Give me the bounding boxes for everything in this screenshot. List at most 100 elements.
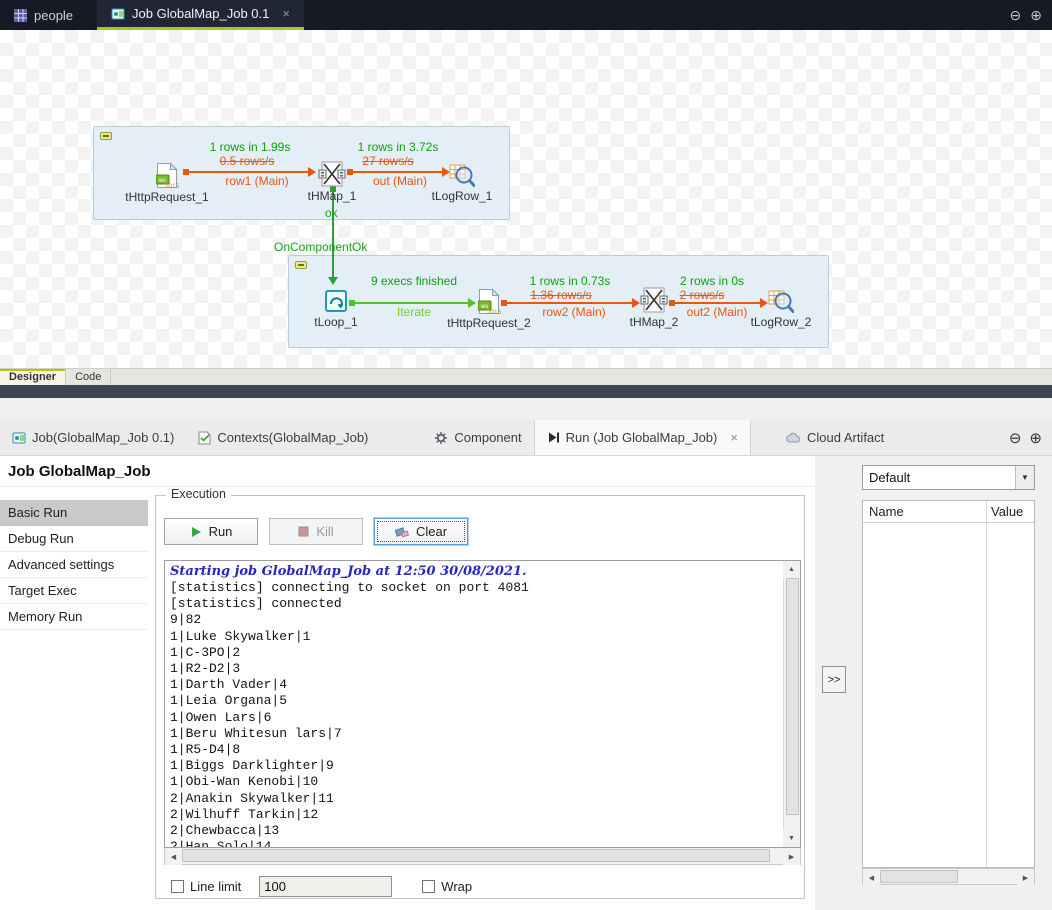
link-name-label: row1 (Main) — [225, 174, 288, 188]
job-icon — [12, 431, 26, 445]
console-vertical-scrollbar[interactable]: ▲ ▼ — [783, 561, 800, 847]
context-select[interactable]: Default ▼ — [862, 465, 1035, 490]
console-line: 1|Leia Organa|5 — [170, 693, 779, 709]
console-output[interactable]: Starting job GlobalMap_Job at 12:50 30/0… — [164, 560, 801, 848]
scrollbar-thumb[interactable] — [880, 870, 958, 883]
close-icon[interactable]: × — [730, 430, 738, 445]
component-thmap-2[interactable]: tHMap_2 — [604, 286, 704, 329]
console-line: 2|Chewbacca|13 — [170, 823, 779, 839]
editor-tab-bar: people Job GlobalMap_Job 0.1 × ⊖ ⊕ — [0, 0, 1052, 30]
tab-job-view[interactable]: Job(GlobalMap_Job 0.1) — [0, 420, 186, 455]
sidebar-item-memory-run[interactable]: Memory Run — [0, 604, 148, 630]
column-header-name[interactable]: Name — [869, 504, 904, 519]
clear-button-label: Clear — [416, 524, 447, 539]
tab-contexts-view[interactable]: Contexts(GlobalMap_Job) — [186, 420, 380, 455]
view-tab-bar: Designer Code — [0, 368, 1052, 385]
splitter-bar — [0, 385, 1052, 398]
svg-text:2015: 2015 — [486, 309, 500, 315]
run-button[interactable]: Run — [164, 518, 258, 545]
component-tloop-1[interactable]: tLoop_1 — [286, 288, 386, 329]
column-divider[interactable] — [986, 501, 987, 867]
close-icon[interactable]: × — [282, 6, 290, 21]
component-label: tHttpRequest_2 — [447, 316, 530, 330]
run-title-bar: Job GlobalMap_Job — [0, 456, 815, 487]
tab-component-view[interactable]: Component — [422, 420, 533, 455]
component-tlogrow-2[interactable]: tLogRow_2 — [731, 288, 831, 329]
tab-code[interactable]: Code — [66, 369, 111, 385]
wrap-label: Wrap — [441, 879, 472, 894]
line-limit-label: Line limit — [190, 879, 241, 894]
component-label: tHMap_1 — [308, 189, 357, 203]
context-variables-table: Name Value — [862, 500, 1035, 868]
sidebar-item-target-exec[interactable]: Target Exec — [0, 578, 148, 604]
sidebar-item-advanced-settings[interactable]: Advanced settings — [0, 552, 148, 578]
minimize-icon[interactable]: ⊖ — [1010, 7, 1022, 24]
component-thmap-1[interactable]: tHMap_1 — [282, 160, 382, 203]
scrollbar-thumb[interactable] — [786, 578, 799, 815]
scroll-down-icon[interactable]: ▼ — [783, 830, 800, 847]
kill-button-label: Kill — [316, 524, 333, 539]
component-label: tLoop_1 — [314, 315, 357, 329]
link-name-label: Iterate — [397, 305, 431, 319]
subjob-collapse-icon[interactable] — [100, 132, 112, 140]
line-limit-checkbox[interactable] — [171, 880, 184, 893]
execution-legend: Execution — [166, 487, 231, 501]
console-line: 2|Anakin Skywalker|11 — [170, 791, 779, 807]
clear-button[interactable]: Clear — [374, 518, 468, 545]
play-icon — [190, 526, 202, 538]
line-limit-input[interactable] — [259, 876, 392, 897]
scroll-up-icon[interactable]: ▲ — [783, 561, 800, 578]
maximize-icon[interactable]: ⊕ — [1030, 7, 1042, 24]
panel-tab-bar: Job(GlobalMap_Job 0.1) Contexts(GlobalMa… — [0, 420, 1052, 456]
kill-button[interactable]: Kill — [269, 518, 363, 545]
chevron-down-icon[interactable]: ▼ — [1015, 466, 1034, 489]
tab-label: people — [34, 8, 73, 23]
console-line: 2|Han Solo|14 — [170, 839, 779, 847]
contexts-icon — [198, 431, 211, 445]
execution-group: Execution Run Kill Clear Starting job Gl… — [155, 495, 805, 899]
run-play-icon — [547, 431, 560, 444]
scroll-left-icon[interactable]: ◀ — [165, 848, 182, 865]
component-tlogrow-1[interactable]: tLogRow_1 — [412, 162, 512, 203]
console-horizontal-scrollbar[interactable]: ◀ ▶ — [164, 848, 801, 865]
console-line: 1|Biggs Darklighter|9 — [170, 758, 779, 774]
subjob-collapse-icon[interactable] — [295, 261, 307, 269]
link-name-label: row2 (Main) — [542, 305, 605, 319]
tab-job-globalmap[interactable]: Job GlobalMap_Job 0.1 × — [97, 0, 304, 30]
page-title: Job GlobalMap_Job — [8, 463, 151, 480]
sidebar-item-basic-run[interactable]: Basic Run — [0, 500, 148, 526]
component-label: tHttpRequest_1 — [125, 190, 208, 204]
minimize-icon[interactable]: ⊖ — [1009, 429, 1022, 447]
scroll-right-icon[interactable]: ▶ — [1017, 869, 1034, 886]
link-stats-label: 1 rows in 3.72s — [358, 140, 439, 154]
sidebar-item-debug-run[interactable]: Debug Run — [0, 526, 148, 552]
job-design-canvas[interactable]: 1 rows in 1.99s 0.5 rows/s row1 (Main) 1… — [0, 30, 1052, 368]
wrap-checkbox[interactable] — [422, 880, 435, 893]
link-stats-label: 1 rows in 0.73s — [530, 274, 611, 288]
run-view-panel: Job GlobalMap_Job Basic Run Debug Run Ad… — [0, 456, 815, 910]
tab-run-view[interactable]: Run (Job GlobalMap_Job) × — [534, 420, 751, 455]
tab-people[interactable]: people — [0, 0, 87, 30]
tab-label: Job(GlobalMap_Job 0.1) — [32, 430, 174, 445]
talend-studio-window: people Job GlobalMap_Job 0.1 × ⊖ ⊕ 1 row… — [0, 0, 1052, 910]
component-thttprequest-2[interactable]: ws2015 tHttpRequest_2 — [439, 288, 539, 330]
console-line: 1|Beru Whitesun lars|7 — [170, 726, 779, 742]
console-lines: [statistics] connecting to socket on por… — [170, 580, 779, 847]
expand-context-button[interactable]: >> — [822, 666, 846, 693]
scroll-right-icon[interactable]: ▶ — [783, 848, 800, 865]
console-line: [statistics] connecting to socket on por… — [170, 580, 779, 596]
link-rate-label: 1.36 rows/s — [530, 288, 591, 302]
component-gear-icon — [434, 431, 448, 445]
context-horizontal-scrollbar[interactable]: ◀ ▶ — [862, 868, 1035, 885]
scrollbar-thumb[interactable] — [182, 849, 770, 862]
maximize-icon[interactable]: ⊕ — [1029, 429, 1042, 447]
tab-designer[interactable]: Designer — [0, 369, 66, 385]
tab-cloud-artifact[interactable]: Cloud Artifact — [773, 420, 896, 455]
tlogrow-icon — [449, 162, 475, 188]
svg-text:2015: 2015 — [164, 183, 178, 189]
table-grid-icon — [14, 9, 27, 22]
column-header-value[interactable]: Value — [991, 504, 1023, 519]
thttprequest-icon: ws2015 — [156, 162, 179, 189]
component-thttprequest-1[interactable]: ws2015 tHttpRequest_1 — [117, 162, 217, 204]
scroll-left-icon[interactable]: ◀ — [863, 869, 880, 886]
